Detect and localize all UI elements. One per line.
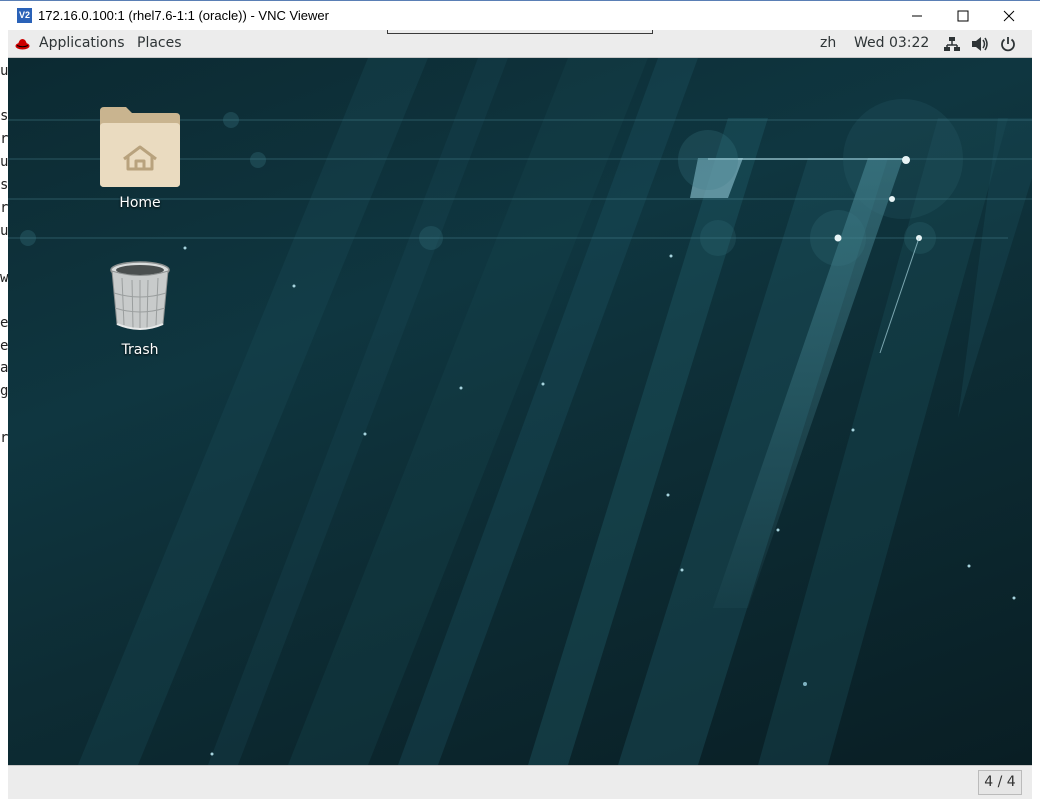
terminal-char: r — [0, 200, 8, 216]
desktop-icon-label: Home — [119, 195, 161, 211]
terminal-char: s — [0, 108, 8, 124]
background-terminal-strip: r u s r u s r u w e e a g r — [0, 30, 8, 767]
overlay-input-outline — [387, 30, 653, 34]
trash-icon — [110, 261, 170, 330]
terminal-char: r — [0, 430, 8, 446]
input-method-indicator[interactable]: zh — [820, 35, 836, 51]
network-icon[interactable] — [944, 36, 960, 52]
terminal-char: e — [0, 315, 8, 331]
desktop-area[interactable]: Home Trash — [8, 58, 1032, 765]
gnome-bottom-panel: 4 / 4 — [8, 765, 1032, 799]
clock[interactable]: Wed 03:22 — [854, 35, 929, 51]
terminal-char: a — [0, 360, 8, 376]
terminal-char: r — [0, 131, 8, 147]
close-icon — [1003, 10, 1015, 22]
desktop-icon-trash[interactable]: Trash — [90, 258, 190, 358]
applications-menu[interactable]: Applications — [39, 35, 125, 51]
power-icon[interactable] — [1000, 36, 1016, 52]
redhat-logo-icon — [15, 39, 30, 50]
window-right-border — [1032, 30, 1040, 767]
maximize-icon — [957, 10, 969, 22]
terminal-char: u — [0, 63, 8, 79]
window-bottom-border — [0, 799, 1040, 807]
terminal-char: r — [0, 30, 8, 32]
home-folder-icon — [100, 107, 180, 187]
maximize-button[interactable] — [940, 1, 986, 31]
close-button[interactable] — [986, 1, 1032, 31]
vnc-app-icon: V2 — [17, 8, 32, 23]
desktop-icon-label: Trash — [121, 342, 159, 358]
desktop-icon-home[interactable]: Home — [90, 103, 190, 211]
workspace-switcher[interactable]: 4 / 4 — [978, 770, 1022, 795]
minimize-icon — [912, 15, 922, 17]
gnome-top-panel: Applications Places zh Wed 03:22 — [8, 30, 1032, 58]
terminal-char: u — [0, 223, 8, 239]
minimize-button[interactable] — [894, 1, 940, 31]
terminal-char: s — [0, 177, 8, 193]
window-title: 172.16.0.100:1 (rhel7.6-1:1 (oracle)) - … — [38, 8, 329, 23]
terminal-char: e — [0, 338, 8, 354]
volume-icon[interactable] — [971, 36, 989, 52]
terminal-char: g — [0, 383, 8, 399]
places-menu[interactable]: Places — [137, 35, 182, 51]
terminal-char: u — [0, 154, 8, 170]
terminal-char: w — [0, 270, 8, 286]
vnc-window-titlebar[interactable]: V2 172.16.0.100:1 (rhel7.6-1:1 (oracle))… — [0, 0, 1040, 30]
